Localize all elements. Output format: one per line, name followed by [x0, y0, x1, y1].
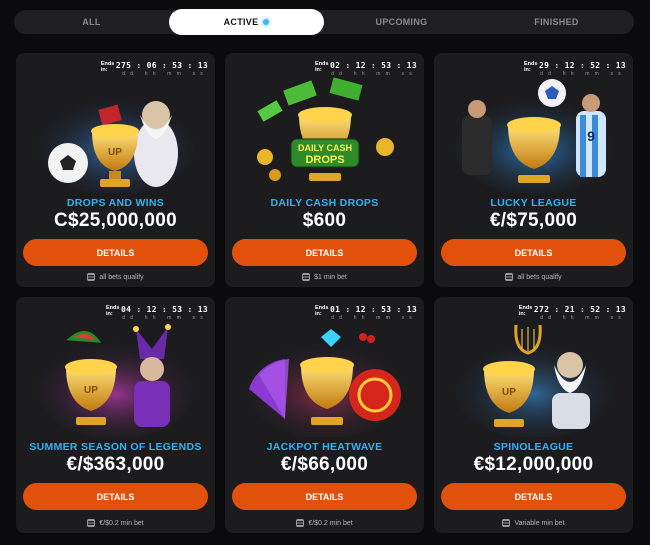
svg-text:UP: UP — [108, 147, 122, 158]
daily-cash-drops-art: DAILY CASH DROPS — [257, 77, 394, 181]
zeus-lyre-trophy-art: UP — [454, 324, 614, 437]
promo-title: SUMMER SEASON OF LEGENDS — [29, 441, 202, 453]
live-dot-icon — [263, 18, 270, 25]
promo-card[interactable]: Ends in: 275 : 06 : 53 : 13 dd hh mm ss … — [16, 53, 215, 287]
details-button[interactable]: DETAILS — [232, 483, 417, 510]
prize-amount: €$12,000,000 — [473, 454, 594, 475]
tab-active-label: ACTIVE — [223, 16, 259, 27]
promo-footer: $1 min bet — [225, 273, 424, 281]
zeus-soccer-trophy-art: UP — [36, 95, 196, 193]
min-bet-label: €/$0.2 min bet — [99, 519, 144, 527]
promo-title: LUCKY LEAGUE — [490, 197, 577, 209]
timer-digits: 01 : 12 : 53 : 13 — [330, 305, 417, 314]
svg-text:UP: UP — [84, 385, 98, 396]
min-bet-label: all bets qualify — [517, 273, 562, 281]
art-text-line1: DAILY CASH — [298, 143, 352, 153]
prize-amount: €/$66,000 — [280, 454, 369, 475]
promo-footer: €/$0.2 min bet — [16, 519, 215, 527]
min-bet-label: Variable min bet — [514, 519, 565, 527]
prize-amount: C$25,000,000 — [54, 210, 177, 231]
min-bet-label: $1 min bet — [314, 273, 347, 281]
timer-digits: 02 : 12 : 53 : 13 — [330, 61, 417, 70]
jester-watermelon-trophy-art: UP — [36, 324, 196, 437]
prize-amount: $600 — [302, 210, 347, 231]
coin-stack-icon — [87, 273, 96, 281]
tab-active[interactable]: ACTIVE — [169, 8, 324, 35]
status-tabs: ALL ACTIVE UPCOMING FINISHED — [14, 8, 634, 35]
promo-title: JACKPOT HEATWAVE — [266, 441, 383, 453]
promo-footer: all bets qualify — [434, 273, 633, 281]
promo-footer: all bets qualify — [16, 273, 215, 281]
coin-stack-icon — [296, 519, 305, 527]
ends-in-label: Ends in: — [106, 305, 120, 317]
timer-digits: 04 : 12 : 53 : 13 — [121, 305, 208, 314]
timer-digits: 29 : 12 : 52 : 13 — [539, 61, 626, 70]
ends-in-label: Ends in: — [315, 61, 329, 73]
coin-stack-icon — [87, 519, 96, 527]
details-button[interactable]: DETAILS — [441, 483, 626, 510]
tab-upcoming[interactable]: UPCOMING — [324, 10, 479, 34]
details-button[interactable]: DETAILS — [232, 239, 417, 266]
details-button[interactable]: DETAILS — [441, 239, 626, 266]
tab-finished[interactable]: FINISHED — [479, 10, 634, 34]
svg-text:9: 9 — [587, 128, 595, 144]
coin-stack-icon — [502, 519, 511, 527]
tab-finished-label: FINISHED — [534, 17, 579, 27]
promo-footer: €/$0.2 min bet — [225, 519, 424, 527]
svg-text:UP: UP — [502, 387, 516, 398]
coin-stack-icon — [302, 273, 311, 281]
min-bet-label: €/$0.2 min bet — [308, 519, 353, 527]
promo-card[interactable]: Ends in: 272 : 21 : 52 : 13 dd hh mm ss … — [434, 297, 633, 533]
details-button[interactable]: DETAILS — [23, 483, 208, 510]
coin-stack-icon — [505, 273, 514, 281]
tab-upcoming-label: UPCOMING — [375, 17, 428, 27]
soccer-players-trophy-art: 9 — [454, 79, 614, 193]
ends-in-label: Ends in: — [315, 305, 329, 317]
ends-in-label: Ends in: — [100, 61, 115, 73]
timer-digits: 275 : 06 : 53 : 13 — [115, 61, 208, 70]
prize-amount: €/$363,000 — [66, 454, 165, 475]
art-text-line2: DROPS — [305, 154, 344, 166]
promo-title: DROPS AND WINS — [66, 197, 165, 209]
promo-footer: Variable min bet — [434, 519, 633, 527]
tab-all-label: ALL — [82, 17, 101, 27]
promo-card[interactable]: Ends in: 02 : 12 : 53 : 13 dd hh mm ss D… — [225, 53, 424, 287]
promo-card[interactable]: Ends in: 04 : 12 : 53 : 13 dd hh mm ss U… — [16, 297, 215, 533]
details-button[interactable]: DETAILS — [23, 239, 208, 266]
promo-card[interactable]: Ends in: 29 : 12 : 52 : 13 dd hh mm ss 9… — [434, 53, 633, 287]
promo-card[interactable]: Ends in: 01 : 12 : 53 : 13 dd hh mm ss J… — [225, 297, 424, 533]
ends-in-label: Ends in: — [524, 61, 538, 73]
min-bet-label: all bets qualify — [99, 273, 144, 281]
timer-digits: 272 : 21 : 52 : 13 — [533, 305, 626, 314]
promo-title: SPINOLEAGUE — [493, 441, 574, 453]
promo-title: DAILY CASH DROPS — [270, 197, 379, 209]
prize-amount: €/$75,000 — [489, 210, 578, 231]
ends-in-label: Ends in: — [518, 305, 533, 317]
fan-gem-trophy-art — [245, 329, 405, 437]
tab-all[interactable]: ALL — [14, 10, 169, 34]
